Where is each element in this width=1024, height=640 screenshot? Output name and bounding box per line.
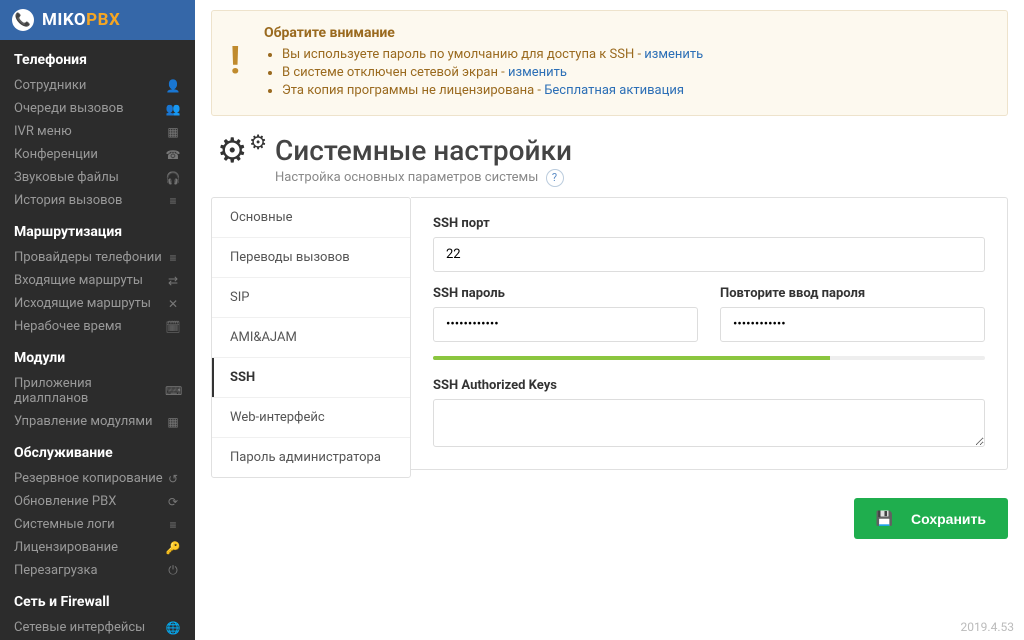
- sidebar-item-icon: ▦: [165, 415, 181, 429]
- sidebar-item-icon: 👥: [165, 102, 181, 116]
- sidebar-item[interactable]: IVR меню ▦: [0, 120, 195, 143]
- notice-banner: ! Обратите внимание Вы используете парол…: [211, 10, 1008, 116]
- sidebar-item-icon: 👤: [165, 79, 181, 93]
- sidebar-item-icon: ≡: [165, 194, 181, 208]
- sidebar-item-label: Перезагрузка: [14, 563, 98, 578]
- sidebar-item[interactable]: Лицензирование 🔑: [0, 536, 195, 559]
- tab[interactable]: Web-интерфейс: [212, 398, 410, 438]
- sidebar-item-label: Звуковые файлы: [14, 170, 119, 185]
- sidebar-item-label: Резервное копирование: [14, 471, 163, 486]
- gears-icon: ⚙: [217, 134, 261, 168]
- logo[interactable]: 📞 MIKOPBX: [0, 0, 195, 40]
- sidebar-item-icon: ✕: [165, 297, 181, 311]
- sidebar-item[interactable]: Управление модулями ▦: [0, 410, 195, 433]
- version-label: 2019.4.53: [960, 620, 1014, 634]
- sidebar-item[interactable]: Провайдеры телефонии≡: [0, 246, 195, 269]
- notice-link[interactable]: изменить: [644, 47, 703, 62]
- help-icon[interactable]: ?: [546, 169, 564, 187]
- ssh-password-label: SSH пароль: [433, 286, 698, 301]
- sidebar-item-icon: ≡: [165, 518, 181, 532]
- sidebar: 📞 MIKOPBX Телефония Сотрудники 👤 Очереди вы…: [0, 0, 195, 640]
- sidebar-item[interactable]: Сетевые интерфейсы 🌐: [0, 616, 195, 639]
- sidebar-item[interactable]: Очереди вызовов 👥: [0, 97, 195, 120]
- sidebar-item[interactable]: Конференции ☎: [0, 143, 195, 166]
- main-content: ! Обратите внимание Вы используете парол…: [195, 0, 1024, 640]
- ssh-keys-label: SSH Authorized Keys: [433, 378, 985, 393]
- sidebar-item-icon: 🌐: [165, 621, 181, 635]
- tab[interactable]: SIP: [212, 278, 410, 318]
- sidebar-item-label: Сетевые интерфейсы: [14, 620, 145, 635]
- ssh-password-repeat-label: Повторите ввод пароля: [720, 286, 985, 301]
- notice-title: Обратите внимание: [264, 25, 989, 41]
- sidebar-item-icon: 🎧: [165, 171, 181, 185]
- nav-group-title: Телефония: [0, 40, 195, 74]
- sidebar-item[interactable]: Приложения диалпланов⌨: [0, 372, 195, 410]
- sidebar-item-label: Очереди вызовов: [14, 101, 124, 116]
- ssh-password-repeat-input[interactable]: [720, 307, 985, 342]
- ssh-password-input[interactable]: [433, 307, 698, 342]
- save-button[interactable]: 💾 Сохранить: [854, 498, 1008, 539]
- ssh-keys-textarea[interactable]: [433, 399, 985, 447]
- sidebar-item[interactable]: Резервное копирование↺: [0, 467, 195, 490]
- page-subtitle: Настройка основных параметров системы ?: [275, 169, 572, 187]
- ssh-port-label: SSH порт: [433, 216, 985, 231]
- sidebar-item-icon: 🗓: [165, 320, 181, 334]
- phone-icon: 📞: [12, 9, 34, 31]
- sidebar-item[interactable]: Перезагрузка ⏻: [0, 559, 195, 582]
- ssh-form: SSH порт SSH пароль Повторите ввод парол…: [411, 197, 1008, 470]
- sidebar-item-label: Системные логи: [14, 517, 115, 532]
- sidebar-item-icon: ☎: [165, 148, 181, 162]
- nav-group-title: Маршрутизация: [0, 212, 195, 246]
- sidebar-item[interactable]: История вызовов ≡: [0, 189, 195, 212]
- sidebar-item-label: Нерабочее время: [14, 319, 122, 334]
- sidebar-item-icon: ⟳: [165, 495, 181, 509]
- sidebar-item-icon: ↺: [165, 472, 181, 486]
- settings-tabs: ОсновныеПереводы вызововSIPAMI&AJAMSSHWe…: [211, 197, 411, 478]
- save-icon: 💾: [876, 510, 893, 527]
- sidebar-item-label: Приложения диалпланов: [14, 376, 165, 406]
- sidebar-item[interactable]: Исходящие маршруты ✕: [0, 292, 195, 315]
- sidebar-item[interactable]: Входящие маршруты ⇄: [0, 269, 195, 292]
- page-title: Системные настройки: [275, 134, 572, 167]
- logo-text: MIKOPBX: [42, 10, 120, 30]
- sidebar-item-label: Входящие маршруты: [14, 273, 143, 288]
- tab[interactable]: SSH: [212, 358, 410, 398]
- tab[interactable]: AMI&AJAM: [212, 318, 410, 358]
- tab[interactable]: Пароль администратора: [212, 438, 410, 477]
- sidebar-item[interactable]: Сотрудники 👤: [0, 74, 195, 97]
- sidebar-item-label: Исходящие маршруты: [14, 296, 151, 311]
- sidebar-item-icon: ⏻: [165, 563, 181, 578]
- sidebar-item-label: Провайдеры телефонии: [14, 250, 162, 265]
- notice-link[interactable]: Бесплатная активация: [544, 83, 684, 98]
- sidebar-item[interactable]: Нерабочее время 🗓: [0, 315, 195, 338]
- nav-group-title: Сеть и Firewall: [0, 582, 195, 616]
- sidebar-item-label: Конференции: [14, 147, 98, 162]
- sidebar-item-icon: ⇄: [165, 274, 181, 288]
- sidebar-item-label: Лицензирование: [14, 540, 118, 555]
- sidebar-item-icon: ▦: [165, 125, 181, 139]
- nav-group-title: Обслуживание: [0, 433, 195, 467]
- notice-line: Вы используете пароль по умолчанию для д…: [282, 47, 989, 62]
- notice-line: В системе отключен сетевой экран - измен…: [282, 65, 989, 80]
- sidebar-item-label: Сотрудники: [14, 78, 86, 93]
- sidebar-item-label: Управление модулями: [14, 414, 153, 429]
- sidebar-item-icon: ≡: [165, 251, 181, 265]
- sidebar-item[interactable]: Системные логи ≡: [0, 513, 195, 536]
- notice-link[interactable]: изменить: [508, 65, 567, 80]
- sidebar-item[interactable]: Звуковые файлы 🎧: [0, 166, 195, 189]
- ssh-port-input[interactable]: [433, 237, 985, 272]
- sidebar-item-label: Обновление PBX: [14, 494, 116, 509]
- tab[interactable]: Основные: [212, 198, 410, 238]
- sidebar-item-label: IVR меню: [14, 124, 72, 139]
- tab[interactable]: Переводы вызовов: [212, 238, 410, 278]
- sidebar-item-label: История вызовов: [14, 193, 122, 208]
- sidebar-item[interactable]: Обновление PBX ⟳: [0, 490, 195, 513]
- nav-group-title: Модули: [0, 338, 195, 372]
- notice-line: Эта копия программы не лицензирована - Б…: [282, 83, 989, 98]
- warning-icon: !: [230, 39, 240, 83]
- sidebar-item-icon: 🔑: [165, 541, 181, 555]
- sidebar-item-icon: ⌨: [165, 384, 181, 398]
